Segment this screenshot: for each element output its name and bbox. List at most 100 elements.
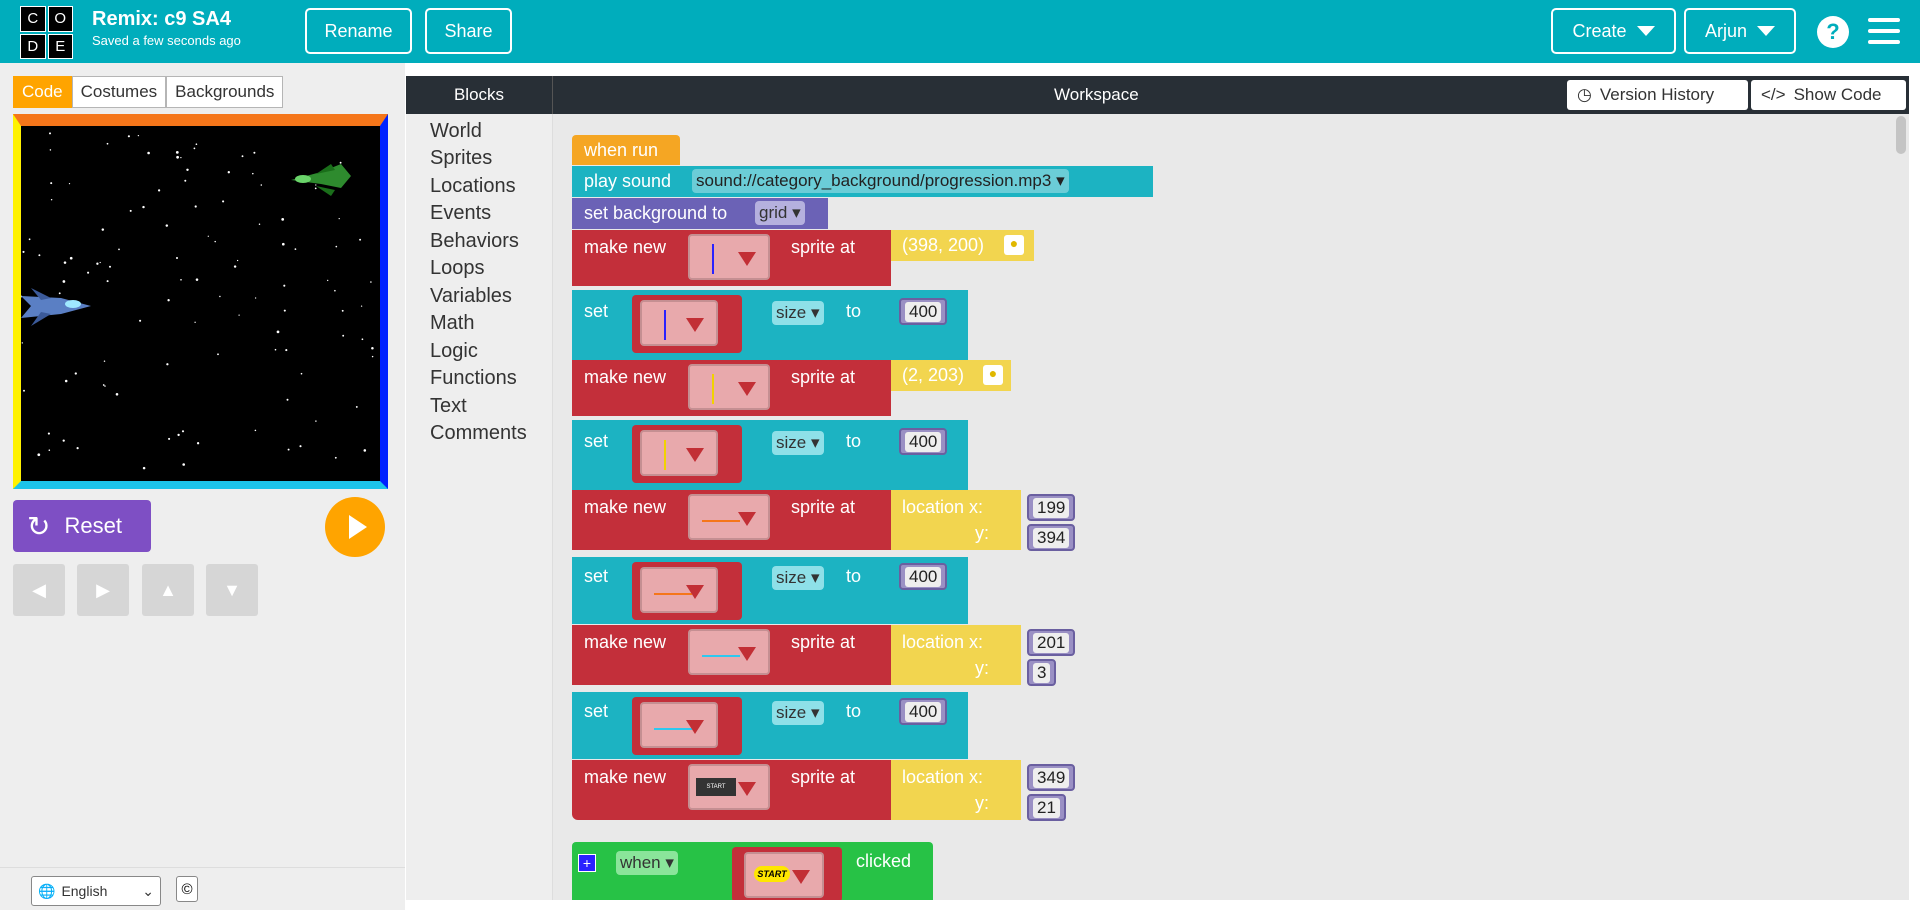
location-xy-block[interactable]: location x: y: (891, 760, 1021, 820)
y-number-input[interactable]: 21 (1027, 794, 1066, 821)
location-block[interactable]: (2, 203) ● (891, 360, 1011, 391)
make-new-sprite-block[interactable]: make new sprite at (572, 360, 891, 416)
hamburger-menu-icon[interactable] (1868, 18, 1900, 44)
when-run-block[interactable]: when run (572, 135, 680, 165)
background-value: grid (759, 203, 788, 222)
sprite-costume-dropdown[interactable] (688, 234, 770, 280)
property-dropdown[interactable]: size ▾ (772, 431, 824, 455)
sound-value: sound://category_background/progression.… (696, 171, 1052, 190)
toolbox-category-behaviors[interactable]: Behaviors (430, 230, 519, 253)
sprite-dropdown[interactable] (640, 702, 718, 748)
plus-icon[interactable]: + (578, 854, 596, 872)
sprite-dropdown[interactable] (640, 567, 718, 613)
copyright-button[interactable]: © (176, 876, 198, 902)
number-input[interactable]: 400 (899, 698, 948, 725)
event-type-dropdown[interactable]: when ▾ (616, 851, 678, 875)
sound-dropdown[interactable]: sound://category_background/progression.… (692, 169, 1069, 193)
chevron-down-icon (1636, 26, 1655, 36)
tab-backgrounds[interactable]: Backgrounds (166, 76, 284, 108)
x-number-input[interactable]: 199 (1027, 494, 1076, 521)
create-button[interactable]: Create (1551, 8, 1676, 54)
show-code-button[interactable]: </> Show Code (1751, 80, 1906, 110)
sprite-at-label: sprite at (791, 767, 856, 787)
background-dropdown[interactable]: grid ▾ (755, 201, 805, 225)
set-size-block[interactable]: set size ▾ to 400 (572, 420, 968, 490)
make-new-label: make new (584, 632, 667, 652)
property-dropdown[interactable]: size ▾ (772, 566, 824, 590)
map-pin-icon[interactable]: ● (1004, 235, 1024, 255)
toolbox-category-variables[interactable]: Variables (430, 285, 512, 308)
share-button[interactable]: Share (425, 8, 512, 54)
y-number-input[interactable]: 3 (1027, 659, 1057, 686)
toolbox-category-functions[interactable]: Functions (430, 367, 517, 390)
sprite-at-label: sprite at (791, 237, 856, 257)
number-input[interactable]: 400 (899, 428, 948, 455)
toolbox-category-world[interactable]: World (430, 120, 482, 143)
rename-button[interactable]: Rename (305, 8, 412, 54)
toolbox-category-math[interactable]: Math (430, 312, 474, 335)
tab-code[interactable]: Code (13, 76, 72, 108)
toolbox-category-sprites[interactable]: Sprites (430, 147, 492, 170)
sprite-dropdown[interactable] (640, 430, 718, 476)
location-xy-block[interactable]: location x: y: (891, 490, 1021, 550)
x-number-input[interactable]: 201 (1027, 629, 1076, 656)
set-size-block[interactable]: set size ▾ to 400 (572, 692, 968, 759)
set-size-block[interactable]: set size ▾ to 400 (572, 557, 968, 624)
make-new-sprite-block[interactable]: make new sprite at (572, 490, 891, 550)
toolbox-category-text[interactable]: Text (430, 395, 467, 418)
toolbox-category-comments[interactable]: Comments (430, 422, 527, 445)
set-size-block[interactable]: set size ▾ to 400 (572, 290, 968, 360)
sprite-dropdown[interactable]: START (744, 852, 824, 898)
show-code-label: Show Code (1793, 85, 1882, 104)
sprite-costume-dropdown[interactable] (688, 629, 770, 675)
code-logo[interactable]: C O D E (20, 6, 73, 59)
up-arrow-button[interactable]: ▲ (142, 564, 194, 616)
location-xy-block[interactable]: location x: y: (891, 625, 1021, 685)
logo-letter: O (47, 6, 73, 32)
reset-button[interactable]: ↻ Reset (13, 500, 151, 552)
toolbox-category-events[interactable]: Events (430, 202, 491, 225)
sprite-dropdown[interactable] (640, 300, 718, 346)
workspace-scrollbar[interactable] (1896, 116, 1906, 154)
chevron-down-icon: ⌄ (142, 882, 154, 899)
make-new-sprite-block[interactable]: make new sprite at (572, 230, 891, 286)
play-sound-block[interactable]: play sound sound://category_background/p… (572, 166, 1153, 197)
run-button[interactable] (325, 497, 385, 557)
right-arrow-button[interactable]: ▶ (77, 564, 129, 616)
sprite-costume-dropdown[interactable] (688, 494, 770, 540)
sprite-costume-dropdown[interactable]: START (688, 764, 770, 810)
workspace-canvas[interactable]: when run play sound sound://category_bac… (553, 114, 1909, 900)
set-background-block[interactable]: set background to grid ▾ (572, 198, 828, 229)
down-arrow-button[interactable]: ▼ (206, 564, 258, 616)
x-number-input[interactable]: 349 (1027, 764, 1076, 791)
make-new-sprite-block[interactable]: make new sprite at (572, 625, 891, 685)
when-label: when (620, 853, 661, 872)
toolbox-category-locations[interactable]: Locations (430, 175, 516, 198)
make-new-sprite-block[interactable]: make new START sprite at (572, 760, 891, 820)
map-pin-icon[interactable]: ● (983, 365, 1003, 385)
user-menu-button[interactable]: Arjun (1684, 8, 1796, 54)
property-dropdown[interactable]: size ▾ (772, 301, 824, 325)
to-label: to (846, 701, 862, 721)
property-dropdown[interactable]: size ▾ (772, 701, 824, 725)
toolbox-category-logic[interactable]: Logic (430, 340, 478, 363)
tab-costumes[interactable]: Costumes (71, 76, 167, 108)
location-y-label: y: (975, 793, 990, 813)
location-block[interactable]: (398, 200) ● (891, 230, 1034, 261)
sprite-costume-dropdown[interactable] (688, 364, 770, 410)
logo-letter: E (47, 33, 73, 59)
sprite-slot (632, 697, 742, 755)
toolbox-category-loops[interactable]: Loops (430, 257, 485, 280)
number-input[interactable]: 400 (899, 298, 948, 325)
location-y-label: y: (975, 658, 990, 678)
create-label: Create (1572, 20, 1627, 41)
version-history-button[interactable]: ◷ Version History (1567, 80, 1748, 110)
number-input[interactable]: 400 (899, 563, 948, 590)
language-select[interactable]: 🌐 English ⌄ (31, 876, 161, 906)
when-clicked-event-block[interactable]: + when ▾ START clicked (572, 842, 933, 900)
game-stage[interactable] (13, 114, 388, 489)
help-icon[interactable]: ? (1817, 16, 1849, 48)
y-number-input[interactable]: 394 (1027, 524, 1076, 551)
share-label: Share (444, 20, 493, 41)
left-arrow-button[interactable]: ◀ (13, 564, 65, 616)
